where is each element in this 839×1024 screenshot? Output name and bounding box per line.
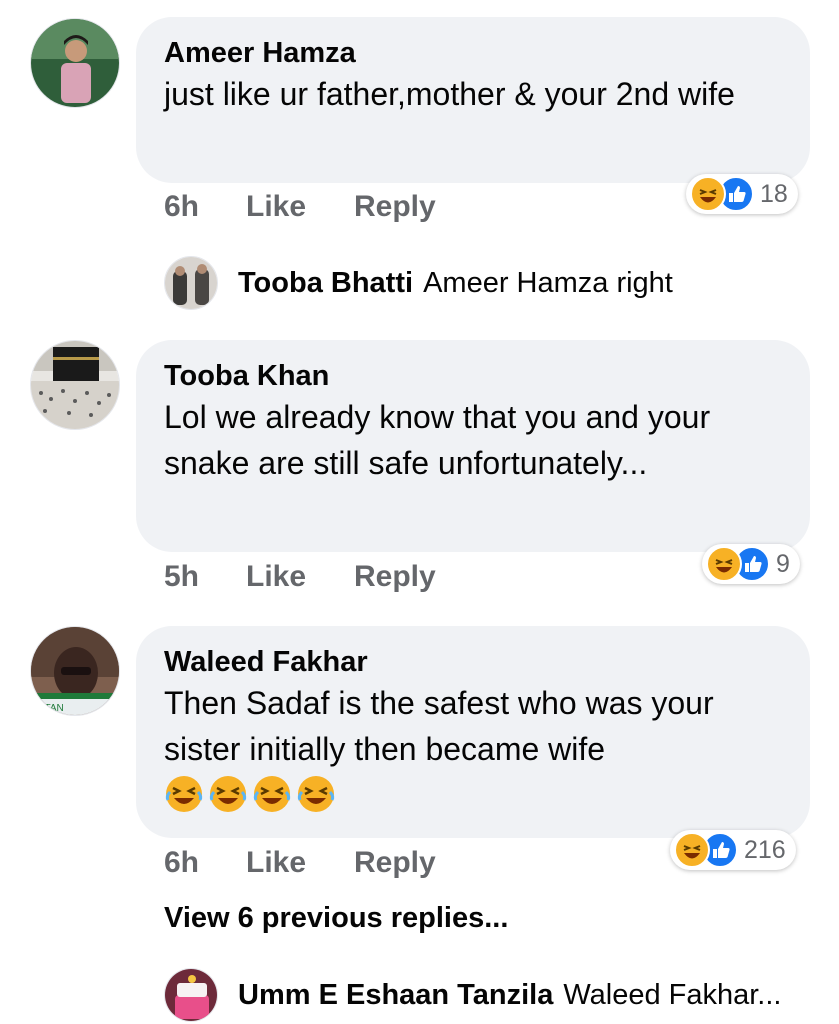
reply-text: Ameer Hamza right <box>423 266 673 299</box>
haha-icon <box>706 546 742 582</box>
reaction-count: 18 <box>760 179 788 208</box>
reply-button[interactable]: Reply <box>354 560 436 594</box>
comment-bubble: Ameer Hamza just like ur father,mother &… <box>136 17 810 183</box>
comment-actions: 5h Like Reply <box>164 560 436 594</box>
comment-text: just like ur father,mother & your 2nd wi… <box>164 76 735 112</box>
comment-time[interactable]: 6h <box>164 846 246 880</box>
emoji-row <box>164 774 782 819</box>
avatar-tooba-khan[interactable] <box>30 340 120 430</box>
comment-text: Lol we already know that you and your sn… <box>164 399 711 481</box>
rofl-emoji-icon <box>164 774 204 819</box>
reply-author[interactable]: Tooba Bhatti <box>238 267 413 300</box>
comment-text: Then Sadaf is the safest who was your si… <box>164 685 714 767</box>
comment-time[interactable]: 6h <box>164 190 246 224</box>
reply-preview[interactable]: Umm E Eshaan Tanzila Waleed Fakhar... <box>164 968 781 1022</box>
comment-actions: 6h Like Reply <box>164 846 436 880</box>
comment-actions: 6h Like Reply <box>164 190 436 224</box>
reaction-count: 9 <box>776 549 790 578</box>
view-previous-replies-link[interactable]: View 6 previous replies... <box>164 902 508 935</box>
rofl-emoji-icon <box>208 774 248 819</box>
reactions-summary[interactable]: 9 <box>702 544 800 584</box>
reply-text: Waleed Fakhar... <box>563 978 782 1011</box>
avatar-badge-text: ISTAN <box>35 703 64 714</box>
comment-author[interactable]: Tooba Khan <box>164 358 782 394</box>
reply-preview[interactable]: Tooba Bhatti Ameer Hamza right <box>164 256 673 310</box>
comment-time[interactable]: 5h <box>164 560 246 594</box>
reactions-summary[interactable]: 18 <box>686 174 798 214</box>
reply-button[interactable]: Reply <box>354 846 436 880</box>
reactions-summary[interactable]: 216 <box>670 830 796 870</box>
avatar-waleed-fakhar[interactable]: ISTAN <box>30 626 120 716</box>
like-button[interactable]: Like <box>246 190 354 224</box>
haha-icon <box>690 176 726 212</box>
avatar-umm-e-eshaan-tanzila[interactable] <box>164 968 218 1022</box>
rofl-emoji-icon <box>252 774 292 819</box>
avatar-ameer-hamza[interactable] <box>30 18 120 108</box>
rofl-emoji-icon <box>296 774 336 819</box>
avatar-tooba-bhatti[interactable] <box>164 256 218 310</box>
haha-icon <box>674 832 710 868</box>
reaction-count: 216 <box>744 835 786 864</box>
reply-button[interactable]: Reply <box>354 190 436 224</box>
comment-bubble: Tooba Khan Lol we already know that you … <box>136 340 810 552</box>
like-button[interactable]: Like <box>246 560 354 594</box>
comment-author[interactable]: Ameer Hamza <box>164 35 782 71</box>
comment-author[interactable]: Waleed Fakhar <box>164 644 782 680</box>
reply-author[interactable]: Umm E Eshaan Tanzila <box>238 979 553 1012</box>
comment-bubble: Waleed Fakhar Then Sadaf is the safest w… <box>136 626 810 838</box>
like-button[interactable]: Like <box>246 846 354 880</box>
